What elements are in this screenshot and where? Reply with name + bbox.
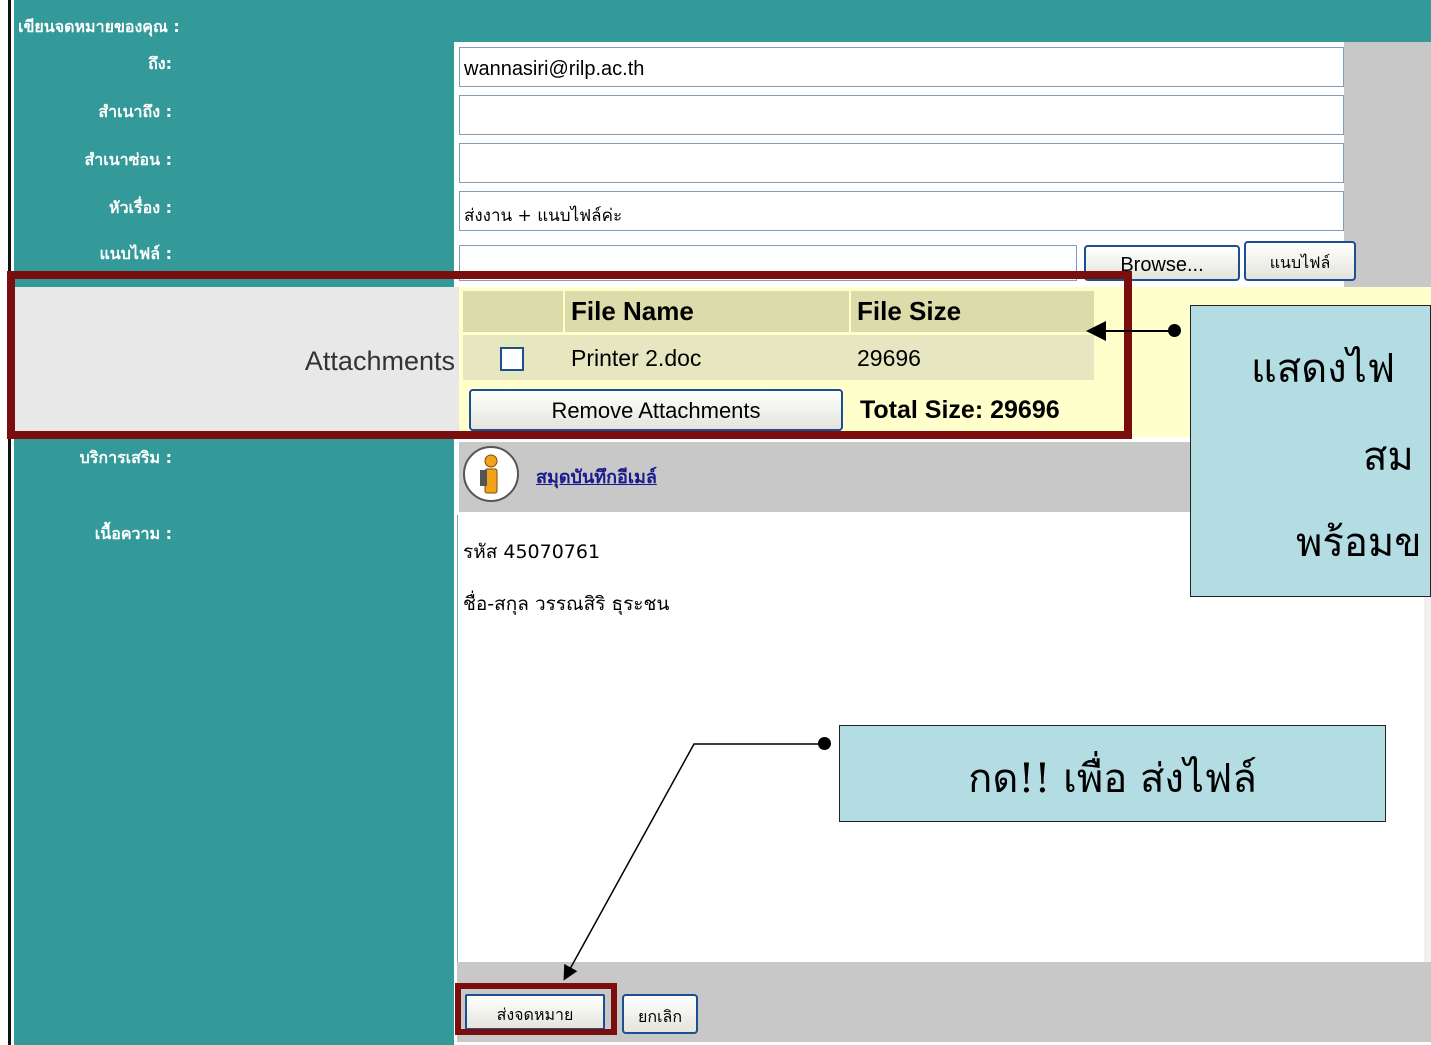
cc-field[interactable] xyxy=(459,95,1344,135)
addressbook-link[interactable]: สมุดบันทึกอีเมล์ xyxy=(536,462,657,491)
attach-label: แนบไฟล์ : xyxy=(99,244,172,263)
attach-callout-line-2: สม xyxy=(1363,434,1414,480)
body-line-1: รหัส 45070761 xyxy=(463,541,601,563)
bcc-field[interactable] xyxy=(459,143,1344,183)
right-gray-area xyxy=(1344,42,1431,287)
services-label: บริการเสริม : xyxy=(79,448,172,467)
send-callout-dot xyxy=(818,737,831,750)
subject-label: หัวเรื่อง : xyxy=(109,198,172,217)
to-label: ถึง: xyxy=(148,54,172,73)
send-callout: กด!! เพื่อ ส่งไฟล์ xyxy=(839,725,1386,822)
body-line-2: ชื่อ-สกุล วรรณสิริ ธุระชน xyxy=(463,593,670,615)
header-bar xyxy=(14,0,1431,42)
attach-file-button[interactable]: แนบไฟล์ xyxy=(1244,241,1356,281)
send-callout-text: กด!! เพื่อ ส่งไฟล์ xyxy=(968,756,1257,802)
body-label: เนื้อความ : xyxy=(94,524,172,543)
attach-callout-line-1: แสดงไฟ xyxy=(1251,346,1396,392)
attach-callout-dot xyxy=(1168,324,1181,337)
person-info-icon[interactable] xyxy=(463,446,519,502)
person-info-icon-svg xyxy=(480,454,498,494)
to-field[interactable]: wannasiri@rilp.ac.th xyxy=(459,47,1344,87)
subject-field[interactable]: ส่งงาน + แนบไฟล์ค่ะ xyxy=(459,191,1344,231)
header-title: เขียนจดหมายของคุณ : xyxy=(18,17,180,36)
bcc-label: สำเนาซ่อน : xyxy=(84,150,172,169)
attachments-highlight-box xyxy=(7,271,1132,439)
cancel-button[interactable]: ยกเลิก xyxy=(622,994,698,1034)
attachments-callout: แสดงไฟ สม พร้อมข xyxy=(1190,305,1431,597)
send-highlight-box xyxy=(455,983,617,1035)
attach-callout-line-3: พร้อมข xyxy=(1296,520,1422,566)
cc-label: สำเนาถึง : xyxy=(98,102,172,121)
